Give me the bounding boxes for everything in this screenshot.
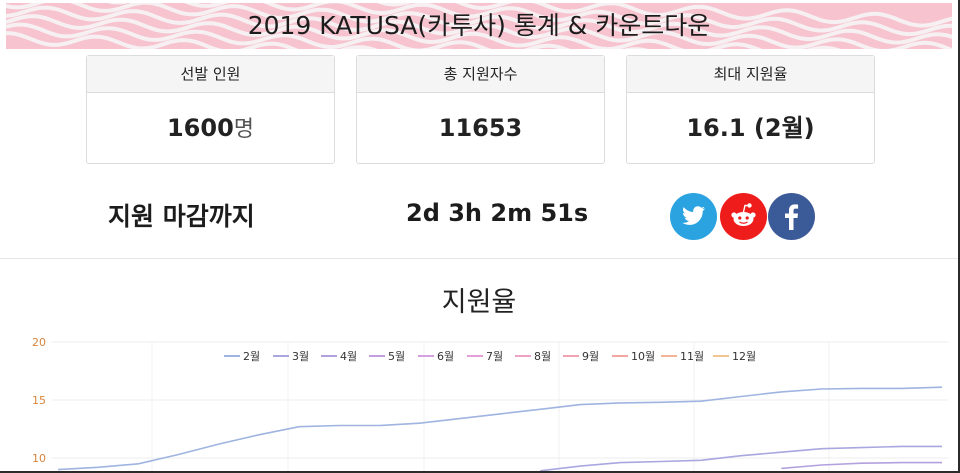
legend-label[interactable]: 5월 bbox=[388, 350, 405, 363]
stat-value-number: 1600 bbox=[166, 114, 234, 142]
legend-label[interactable]: 11월 bbox=[680, 350, 704, 363]
facebook-icon bbox=[768, 193, 815, 240]
legend-label[interactable]: 4월 bbox=[340, 350, 357, 363]
y-tick-label: 20 bbox=[32, 336, 46, 349]
legend-label[interactable]: 8월 bbox=[534, 350, 551, 363]
line-chart: 20 15 10 2월 3월 4월 5월 6월 7월 8월 9월 10월 11월 12월 bbox=[32, 336, 948, 472]
legend-label[interactable]: 2월 bbox=[243, 350, 260, 363]
stat-card-selection: 선발 인원 1600명 bbox=[86, 55, 335, 164]
page-title: 2019 KATUSA(카투사) 통계 & 카운트다운 bbox=[247, 11, 711, 40]
legend-label[interactable]: 9월 bbox=[582, 350, 599, 363]
legend-label[interactable]: 6월 bbox=[437, 350, 454, 363]
facebook-share-button[interactable] bbox=[768, 193, 815, 240]
stat-card-label: 선발 인원 bbox=[87, 56, 334, 93]
series-line-4월 bbox=[781, 461, 942, 470]
legend-label[interactable]: 10월 bbox=[631, 350, 655, 363]
stat-card-max-rate: 최대 지원율 16.1 (2월) bbox=[626, 55, 875, 164]
deadline-label: 지원 마감까지 bbox=[108, 202, 255, 231]
stat-card-label: 총 지원자수 bbox=[357, 56, 604, 93]
stat-card-applicants: 총 지원자수 11653 bbox=[356, 55, 605, 164]
stat-card-label: 최대 지원율 bbox=[627, 56, 874, 93]
stat-value-unit: 명 bbox=[233, 117, 255, 142]
legend-label[interactable]: 12월 bbox=[732, 350, 756, 363]
stat-card-value: 11653 bbox=[438, 114, 523, 142]
rate-chart: 20 15 10 2월 3월 4월 5월 6월 7월 8월 9월 10월 11월 12월 bbox=[0, 320, 958, 472]
reddit-share-button[interactable] bbox=[720, 193, 767, 240]
twitter-share-button[interactable] bbox=[670, 193, 717, 240]
series-line-3월 bbox=[540, 445, 942, 472]
legend-label[interactable]: 3월 bbox=[292, 350, 309, 363]
header-banner: 2019 KATUSA(카투사) 통계 & 카운트다운 bbox=[6, 3, 952, 49]
chart-title: 지원율 bbox=[441, 287, 517, 318]
stat-card-value: 16.1 (2월) bbox=[686, 114, 815, 142]
legend-label[interactable]: 7월 bbox=[486, 350, 503, 363]
countdown-timer: 2d 3h 2m 51s bbox=[406, 199, 589, 227]
y-tick-label: 15 bbox=[32, 394, 46, 407]
twitter-icon bbox=[670, 193, 717, 240]
stat-card-value: 1600명 bbox=[87, 93, 334, 163]
reddit-icon bbox=[720, 193, 767, 240]
section-divider bbox=[0, 258, 958, 259]
y-tick-label: 10 bbox=[32, 452, 46, 465]
